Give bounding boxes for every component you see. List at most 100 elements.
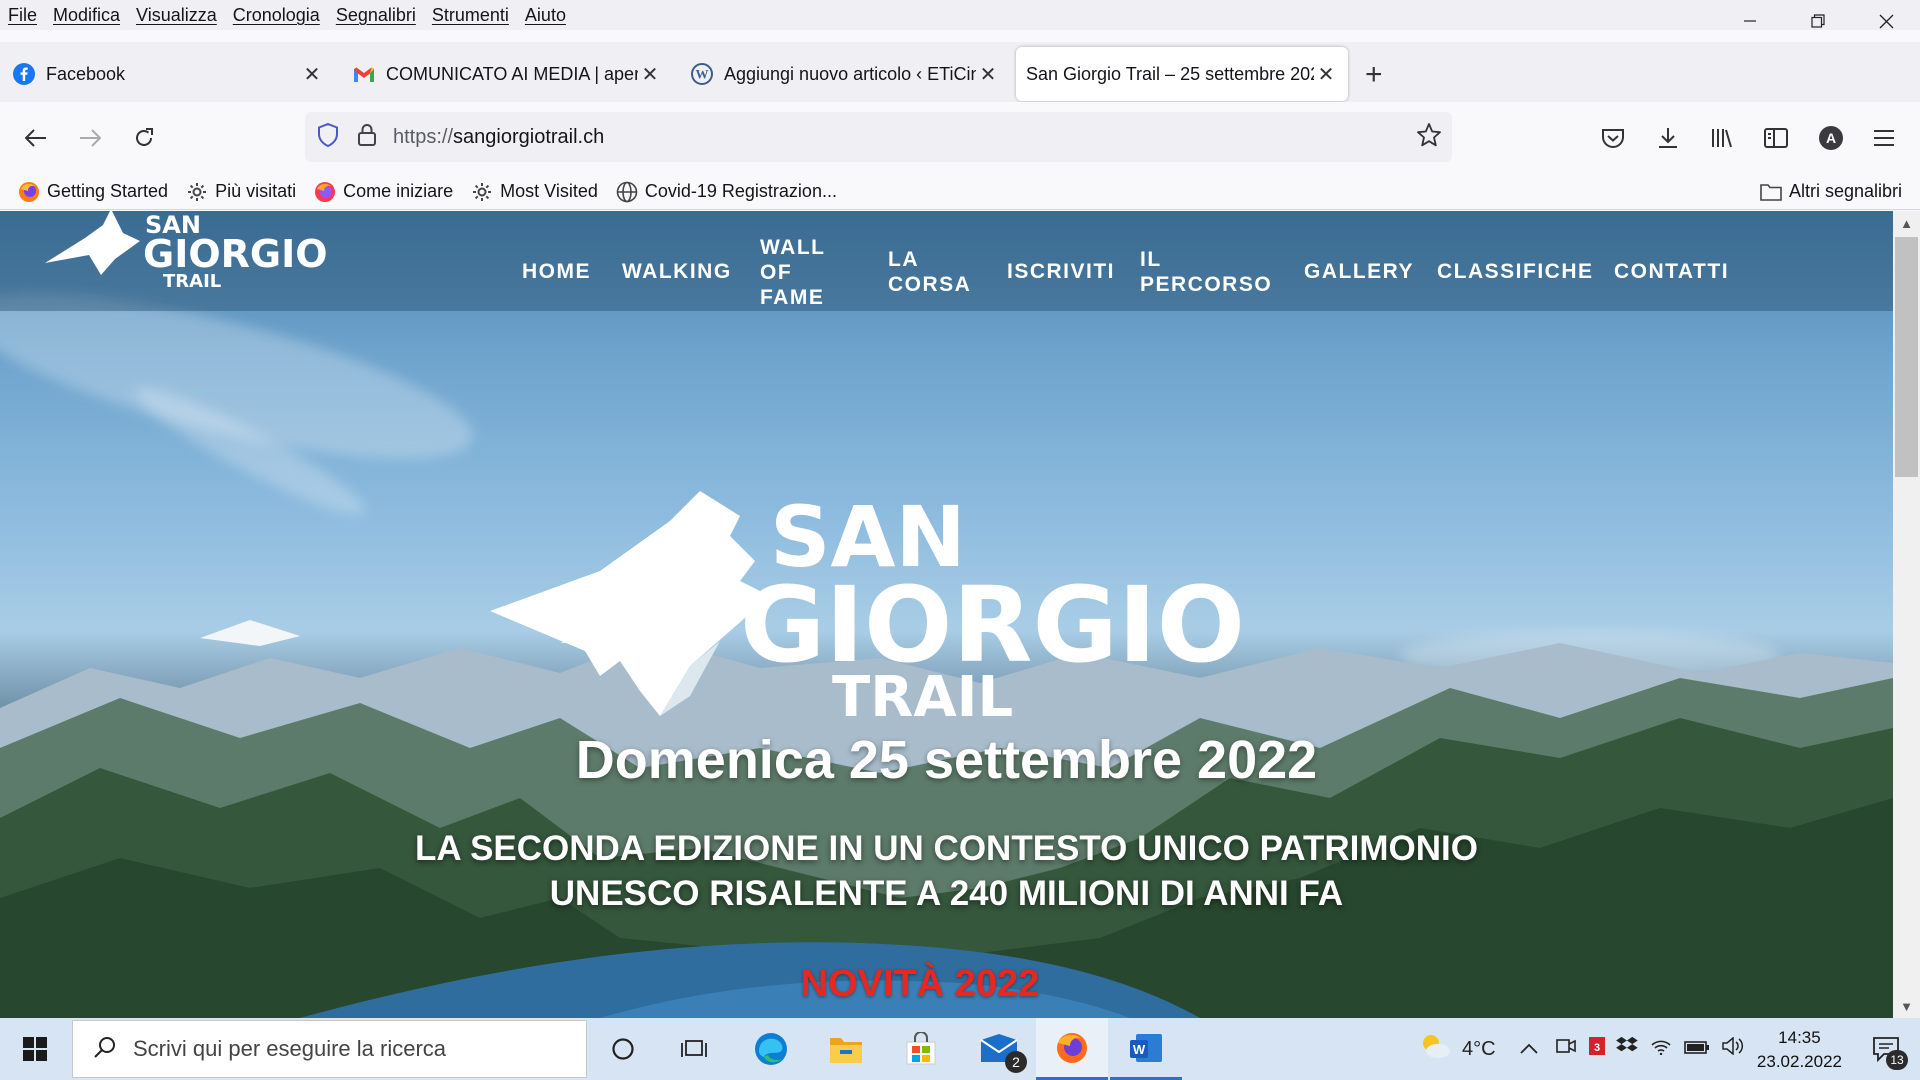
bookmark-covid-registrazione[interactable]: Covid-19 Registrazion... (616, 181, 837, 203)
back-button[interactable] (18, 120, 54, 156)
antivirus-icon[interactable]: 3 (1588, 1036, 1606, 1062)
close-tab-icon[interactable]: ✕ (976, 62, 1000, 87)
menu-aiuto[interactable]: Aiuto (517, 5, 574, 26)
bookmark-piu-visitati[interactable]: Più visitati (186, 181, 296, 203)
menu-segnalibri[interactable]: Segnalibri (328, 5, 424, 26)
start-button[interactable] (0, 1018, 70, 1080)
taskbar-clock[interactable]: 14:35 23.02.2022 (1757, 1026, 1842, 1074)
close-tab-icon[interactable]: ✕ (638, 62, 662, 87)
file-explorer-icon[interactable] (810, 1018, 882, 1080)
taskbar-search[interactable]: Scrivi qui per eseguire la ricerca (72, 1020, 587, 1078)
firefox-icon (314, 181, 336, 203)
other-bookmarks[interactable]: Altri segnalibri (1760, 181, 1902, 203)
url-text[interactable]: https://sangiorgiotrail.ch (393, 126, 604, 149)
reload-button[interactable] (126, 120, 162, 156)
menu-cronologia[interactable]: Cronologia (225, 5, 328, 26)
svg-text:A: A (1826, 130, 1836, 146)
menu-visualizza[interactable]: Visualizza (128, 5, 225, 26)
weather-icon[interactable] (1418, 1032, 1452, 1066)
wifi-icon[interactable] (1650, 1037, 1672, 1061)
word-icon[interactable]: W (1110, 1018, 1182, 1080)
close-tab-icon[interactable]: ✕ (1314, 62, 1338, 87)
bookmark-most-visited[interactable]: Most Visited (471, 181, 598, 203)
svg-text:3: 3 (1594, 1042, 1600, 1054)
windows-taskbar: Scrivi qui per eseguire la ricerca 2 W 4… (0, 1018, 1920, 1080)
gmail-icon (352, 62, 376, 86)
tab-gmail[interactable]: COMUNICATO AI MEDIA | aperta ✕ (352, 47, 662, 101)
pocket-icon[interactable] (1595, 120, 1631, 156)
cortana-icon[interactable] (587, 1018, 659, 1080)
account-avatar-icon[interactable]: A (1813, 120, 1849, 156)
site-logo[interactable]: SAN GIORGIO TRAIL (45, 211, 345, 288)
forward-button[interactable] (72, 120, 108, 156)
menu-strumenti[interactable]: Strumenti (424, 5, 517, 26)
dropbox-icon[interactable] (1615, 1036, 1638, 1062)
site-header: SAN GIORGIO TRAIL HOME WALKING WALL OF F… (0, 211, 1893, 311)
nav-walking[interactable]: WALKING (622, 259, 732, 284)
nav-la-corsa[interactable]: LA CORSA (888, 247, 971, 297)
menu-modifica[interactable]: Modifica (45, 5, 128, 26)
nav-wall-of-fame[interactable]: WALL OF FAME (760, 235, 825, 310)
volume-icon[interactable] (1721, 1036, 1744, 1061)
downloads-icon[interactable] (1650, 120, 1686, 156)
search-icon (93, 1035, 117, 1064)
edge-icon[interactable] (735, 1018, 807, 1080)
bookmarks-toolbar: Getting Started Più visitati Come inizia… (0, 174, 1920, 210)
navigation-toolbar: https://sangiorgiotrail.ch A (0, 102, 1920, 174)
folder-icon (1760, 181, 1782, 203)
scroll-down-arrow[interactable]: ▼ (1893, 994, 1920, 1018)
scrollbar-thumb[interactable] (1895, 237, 1918, 477)
event-date: Domenica 25 settembre 2022 (575, 730, 1318, 790)
page-scrollbar[interactable]: ▲ ▼ (1893, 211, 1920, 1018)
svg-text:W: W (1133, 1042, 1146, 1057)
nav-iscriviti[interactable]: ISCRIVITI (1007, 259, 1115, 284)
web-page: SAN GIORGIO TRAIL HOME WALKING WALL OF F… (0, 211, 1893, 1018)
nav-gallery[interactable]: GALLERY (1304, 259, 1414, 284)
tab-title: San Giorgio Trail – 25 settembre 2022 (1026, 63, 1314, 84)
menu-file[interactable]: File (0, 5, 45, 26)
wordpress-icon: W (690, 62, 714, 86)
nav-contatti[interactable]: CONTATTI (1614, 259, 1729, 284)
tab-san-giorgio-trail[interactable]: San Giorgio Trail – 25 settembre 2022 ✕ (1016, 47, 1348, 101)
microsoft-store-icon[interactable] (885, 1018, 957, 1080)
restore-button[interactable] (1784, 0, 1852, 42)
library-icon[interactable] (1704, 120, 1740, 156)
event-tagline: LA SECONDA EDIZIONE IN UN CONTESTO UNICO… (415, 829, 1478, 913)
meet-now-icon[interactable] (1555, 1037, 1576, 1061)
minimize-button[interactable] (1716, 0, 1784, 42)
window-controls (1716, 0, 1920, 42)
action-center-button[interactable]: 13 (1866, 1028, 1908, 1070)
tab-wordpress[interactable]: W Aggiungi nuovo articolo ‹ ETiCinema ✕ (690, 47, 1000, 101)
shield-icon[interactable] (317, 122, 339, 152)
weather-temperature[interactable]: 4°C (1462, 1038, 1496, 1061)
mail-icon[interactable]: 2 (963, 1018, 1035, 1080)
close-tab-icon[interactable]: ✕ (300, 62, 324, 87)
mail-badge: 2 (1005, 1051, 1027, 1073)
firefox-icon (18, 181, 40, 203)
gear-icon (471, 181, 493, 203)
hamburger-menu-icon[interactable] (1866, 120, 1902, 156)
nav-classifiche[interactable]: CLASSIFICHE (1437, 259, 1594, 284)
bookmark-getting-started[interactable]: Getting Started (18, 181, 168, 203)
close-window-button[interactable] (1852, 0, 1920, 42)
chevron-up-icon[interactable] (1519, 1038, 1538, 1061)
battery-icon[interactable] (1683, 1038, 1710, 1061)
notification-count-badge: 13 (1886, 1050, 1908, 1070)
tab-facebook[interactable]: Facebook ✕ (12, 47, 324, 101)
nav-il-percorso[interactable]: IL PERCORSO (1140, 247, 1272, 297)
windows-logo-icon (23, 1037, 47, 1061)
clock-date: 23.02.2022 (1756, 1052, 1842, 1071)
tab-strip: Facebook ✕ COMUNICATO AI MEDIA | aperta … (0, 42, 1920, 102)
sidebar-icon[interactable] (1758, 120, 1794, 156)
clock-time: 14:35 (1778, 1028, 1821, 1047)
lock-icon[interactable] (357, 123, 377, 152)
scroll-up-arrow[interactable]: ▲ (1893, 211, 1920, 235)
new-tab-button[interactable]: + (1365, 60, 1383, 90)
system-tray: 4°C 3 (1418, 1018, 1744, 1080)
firefox-taskbar-icon[interactable] (1036, 1018, 1108, 1080)
bookmark-star-icon[interactable] (1416, 122, 1442, 153)
address-bar[interactable]: https://sangiorgiotrail.ch (305, 112, 1452, 162)
task-view-icon[interactable] (659, 1018, 731, 1080)
nav-home[interactable]: HOME (522, 259, 591, 284)
bookmark-come-iniziare[interactable]: Come iniziare (314, 181, 453, 203)
